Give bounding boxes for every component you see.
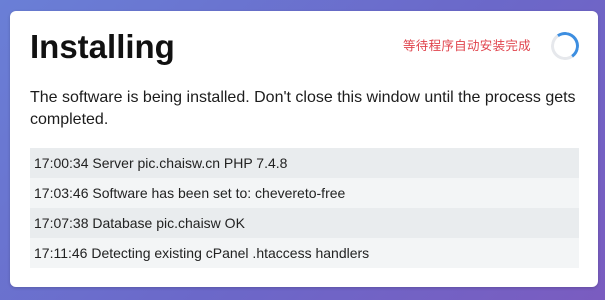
log-entry: 17:00:34 Server pic.chaisw.cn PHP 7.4.8: [30, 148, 579, 178]
install-log: 17:00:34 Server pic.chaisw.cn PHP 7.4.8 …: [30, 148, 579, 268]
install-card: Installing 等待程序自动安装完成 The software is be…: [10, 11, 598, 287]
log-entry: 17:07:38 Database pic.chaisw OK: [30, 208, 579, 238]
install-description: The software is being installed. Don't c…: [30, 89, 576, 128]
loading-spinner-icon: [548, 29, 582, 63]
log-entry: 17:03:46 Software has been set to: cheve…: [30, 178, 579, 208]
status-note: 等待程序自动安装完成: [402, 38, 531, 53]
page-title: Installing: [30, 28, 175, 65]
install-header: Installing 等待程序自动安装完成: [30, 11, 582, 83]
log-entry: 17:11:46 Detecting existing cPanel .htac…: [30, 238, 579, 268]
